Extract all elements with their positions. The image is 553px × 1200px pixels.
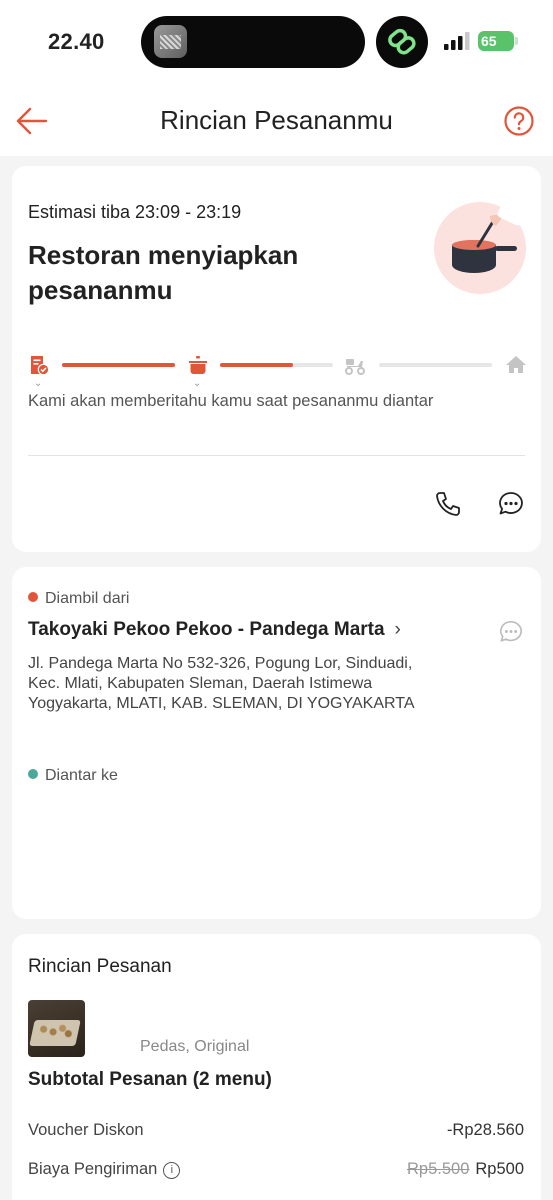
subtotal-label: Subtotal Pesanan (2 menu) (28, 1069, 272, 1090)
order-status-card: Estimasi tiba 23:09 - 23:19 Restoran men… (12, 166, 541, 552)
delivery-dot (28, 769, 38, 779)
restaurant-name: Takoyaki Pekoo Pekoo - Pandega Marta (28, 619, 385, 640)
progress-track-3 (379, 363, 492, 367)
chevron-right-icon: › (394, 619, 401, 640)
restaurant-link[interactable]: Takoyaki Pekoo Pekoo - Pandega Marta › (28, 619, 401, 641)
home-icon (506, 356, 526, 373)
route-card: Diambil dari Takoyaki Pekoo Pekoo - Pand… (12, 567, 541, 919)
divider (28, 455, 525, 456)
order-progress-tracker: ⌄ ⌄ (28, 354, 528, 389)
order-details-card: Rincian Pesanan Pedas, Original Subtotal… (12, 934, 541, 1200)
shipping-label-row: Biaya Pengiriman i (28, 1160, 181, 1179)
order-status-title: Restoran menyiapkan pesananmu (28, 240, 299, 305)
food-item-image (28, 1000, 85, 1057)
progress-fill-2 (220, 363, 294, 367)
dynamic-island (141, 16, 365, 68)
battery-icon: 65 (478, 31, 514, 51)
chat-icon[interactable] (497, 490, 525, 518)
step-1-caret: ⌄ (34, 378, 43, 389)
receipt-check-icon (31, 356, 50, 376)
shipping-label: Biaya Pengiriman (28, 1160, 158, 1178)
pickup-dot (28, 592, 38, 602)
shipping-value-row: Rp5.500 Rp500 (407, 1160, 524, 1179)
cellular-signal-icon (444, 32, 470, 50)
eta-text: Estimasi tiba 23:09 - 23:19 (28, 202, 242, 222)
notify-message: Kami akan memberitahu kamu saat pesananm… (28, 392, 434, 410)
app-header: Rincian Pesananmu (0, 84, 553, 156)
order-details-title: Rincian Pesanan (28, 956, 172, 977)
delivery-label-row: Diantar ke (28, 767, 118, 785)
restaurant-chat-icon[interactable] (498, 619, 524, 645)
progress-track-1 (62, 363, 175, 367)
page-title: Rincian Pesananmu (160, 105, 393, 135)
now-playing-thumbnail (154, 25, 187, 58)
status-time: 22.40 (48, 29, 105, 54)
cooking-pot-illustration (434, 202, 526, 294)
info-icon[interactable]: i (163, 1162, 181, 1179)
voucher-value: -Rp28.560 (446, 1121, 524, 1139)
voucher-label: Voucher Diskon (28, 1121, 144, 1139)
status-bar: 22.40 65 (0, 0, 553, 84)
shipping-original-price: Rp5.500 (406, 1160, 470, 1178)
battery-tip (515, 37, 518, 45)
step-2-caret: ⌄ (193, 378, 202, 389)
restaurant-address: Jl. Pandega Marta No 532-326, Pogung Lor… (28, 655, 415, 712)
cooking-pot-icon (189, 356, 207, 374)
help-icon[interactable] (503, 105, 535, 137)
progress-fill-1 (62, 363, 175, 367)
pickup-label: Diambil dari (45, 590, 130, 607)
shipping-price: Rp500 (475, 1160, 524, 1178)
delivery-label: Diantar ke (45, 767, 118, 784)
item-variant: Pedas, Original (140, 1038, 250, 1055)
phone-icon[interactable] (434, 490, 462, 518)
scooter-icon (345, 359, 365, 375)
pickup-label-row: Diambil dari (28, 590, 129, 608)
progress-track-2 (220, 363, 333, 367)
battery-level: 65 (481, 33, 497, 49)
link-app-icon (376, 16, 428, 68)
